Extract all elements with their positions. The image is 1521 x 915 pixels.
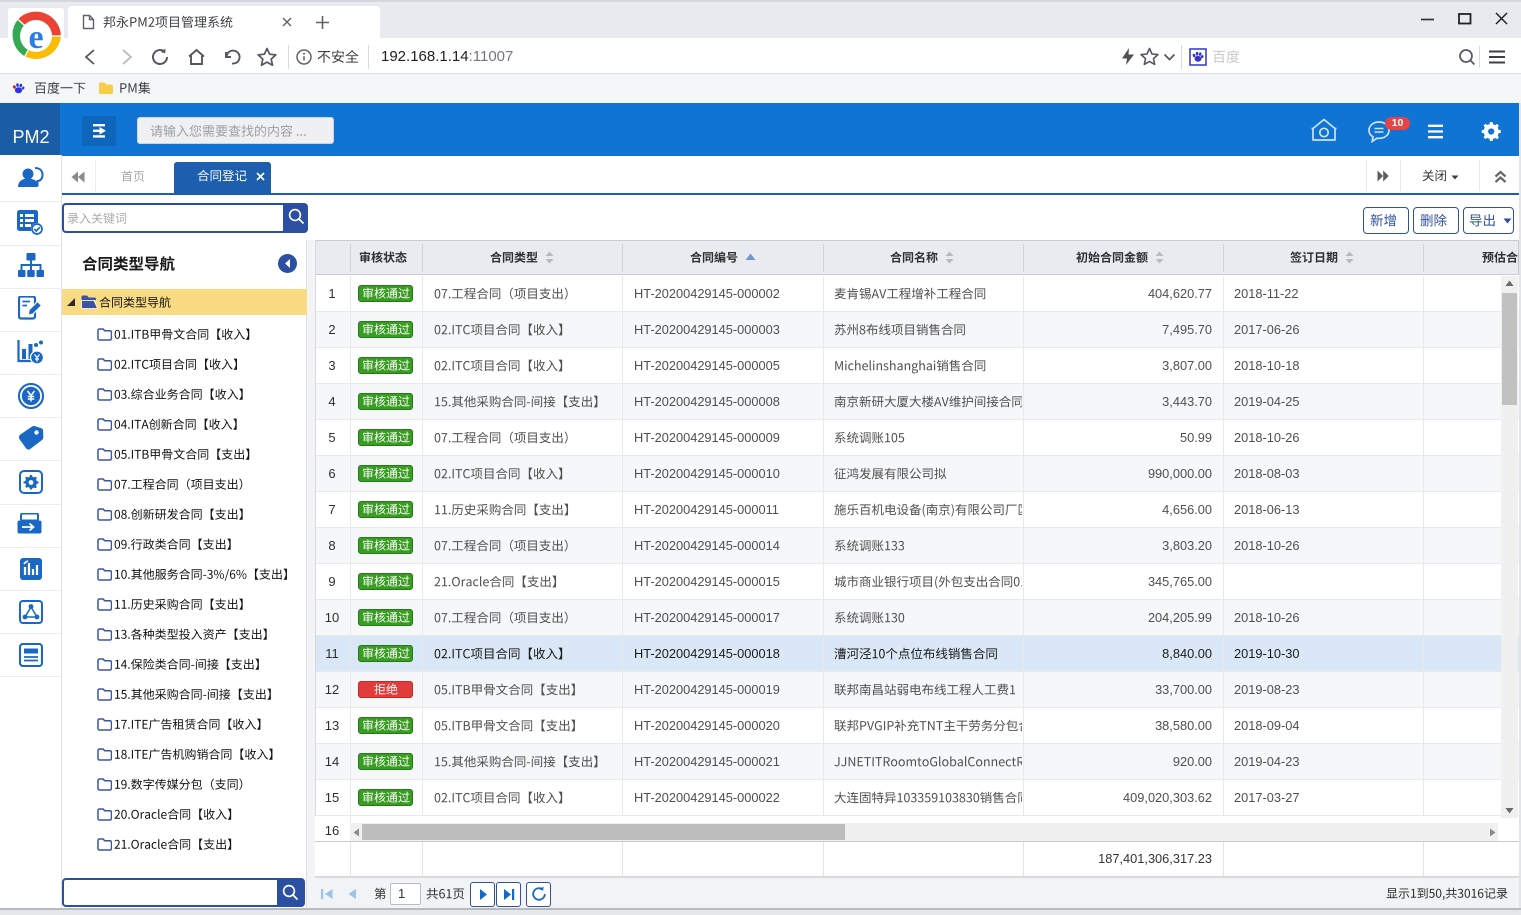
svg-text:e: e	[28, 19, 43, 56]
